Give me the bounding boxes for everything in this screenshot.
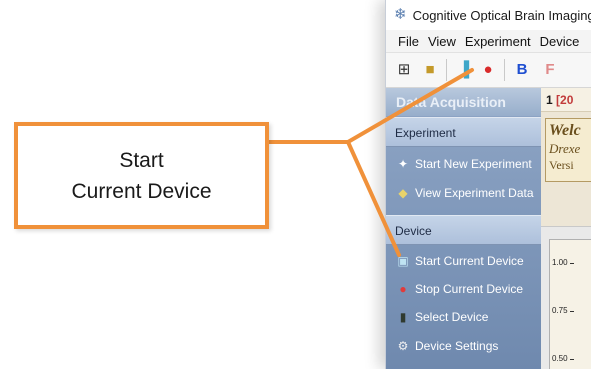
y-tick-label: 0.75	[552, 306, 568, 315]
tab-date: [20	[556, 93, 574, 107]
welcome-text: Welc	[549, 122, 581, 139]
institution-text: Drexe	[549, 141, 581, 156]
grid-icon[interactable]: ⊞	[394, 61, 414, 79]
tab-number: 1	[546, 93, 553, 107]
menu-experiment[interactable]: Experiment	[465, 34, 531, 49]
nav-label: Select Device	[415, 310, 489, 324]
nav-stop-current-device[interactable]: ● Stop Current Device	[386, 275, 541, 303]
gear-icon: ⚙	[397, 339, 409, 353]
y-tick-mark	[570, 359, 574, 360]
plot-frame: 1.00 0.75 0.50	[549, 239, 591, 369]
document-tab[interactable]: 1 [20	[541, 88, 591, 112]
stop-icon[interactable]: ●	[478, 61, 498, 79]
nav-view-experiment-data[interactable]: ◆ View Experiment Data	[386, 179, 541, 207]
view-data-icon: ◆	[398, 186, 408, 200]
menu-bar: File View Experiment Device	[386, 30, 591, 53]
plot-area: 1.00 0.75 0.50	[541, 226, 591, 369]
nav-label: View Experiment Data	[415, 186, 534, 200]
welcome-box: Welc Drexe Versi	[545, 118, 591, 182]
nav-start-current-device[interactable]: ▣ Start Current Device	[386, 247, 541, 275]
group-header-experiment[interactable]: Experiment	[386, 117, 541, 147]
start-device-icon: ▣	[397, 254, 409, 268]
traffic-light-icon: ▮	[399, 310, 407, 324]
y-tick-label: 1.00	[552, 258, 568, 267]
open-folder-icon[interactable]: ■	[420, 61, 440, 79]
menu-file[interactable]: File	[398, 34, 419, 49]
toolbar-separator	[446, 59, 447, 81]
bold-icon[interactable]: B	[512, 61, 532, 79]
snowflake-app-icon: ❄	[394, 6, 407, 23]
nav-label: Start New Experiment	[415, 157, 532, 171]
new-experiment-icon: ✦	[397, 157, 409, 171]
callout-line-2: Current Device	[71, 179, 212, 203]
format-icon[interactable]: F	[540, 61, 560, 79]
menu-device[interactable]: Device	[540, 34, 580, 49]
stop-device-icon: ●	[399, 282, 407, 296]
y-tick-label: 0.50	[552, 354, 568, 363]
menu-view[interactable]: View	[428, 34, 456, 49]
nav-label: Start Current Device	[415, 254, 524, 268]
nav-select-device[interactable]: ▮ Select Device	[386, 303, 541, 331]
application-window: ❄ Cognitive Optical Brain Imaging File V…	[385, 0, 591, 369]
group-header-device[interactable]: Device	[386, 215, 541, 245]
title-bar: ❄ Cognitive Optical Brain Imaging	[386, 0, 591, 30]
nav-label: Stop Current Device	[415, 282, 524, 296]
content-area: 1 [20 Welc Drexe Versi 1.00 0.75 0.50	[541, 88, 591, 369]
tutorial-canvas: ❄ Cognitive Optical Brain Imaging File V…	[0, 0, 591, 369]
y-tick-mark	[570, 263, 574, 264]
callout-line-1: Start	[119, 148, 164, 172]
toolbar: ⊞ ■ ▐ ● B F	[386, 53, 591, 88]
toolbar-separator	[504, 59, 505, 81]
nav-label: Device Settings	[415, 339, 499, 353]
side-panel: Data Acquisition Experiment ✦ Start New …	[386, 88, 541, 369]
window-title: Cognitive Optical Brain Imaging	[412, 7, 591, 23]
version-text: Versi	[549, 158, 574, 172]
nav-device-settings[interactable]: ⚙ Device Settings	[386, 332, 541, 360]
callout-box: Start Current Device	[14, 122, 269, 229]
start-device-icon[interactable]: ▐	[454, 61, 474, 79]
nav-start-new-experiment[interactable]: ✦ Start New Experiment	[386, 150, 541, 178]
panel-header: Data Acquisition	[386, 88, 541, 116]
y-tick-mark	[570, 311, 574, 312]
